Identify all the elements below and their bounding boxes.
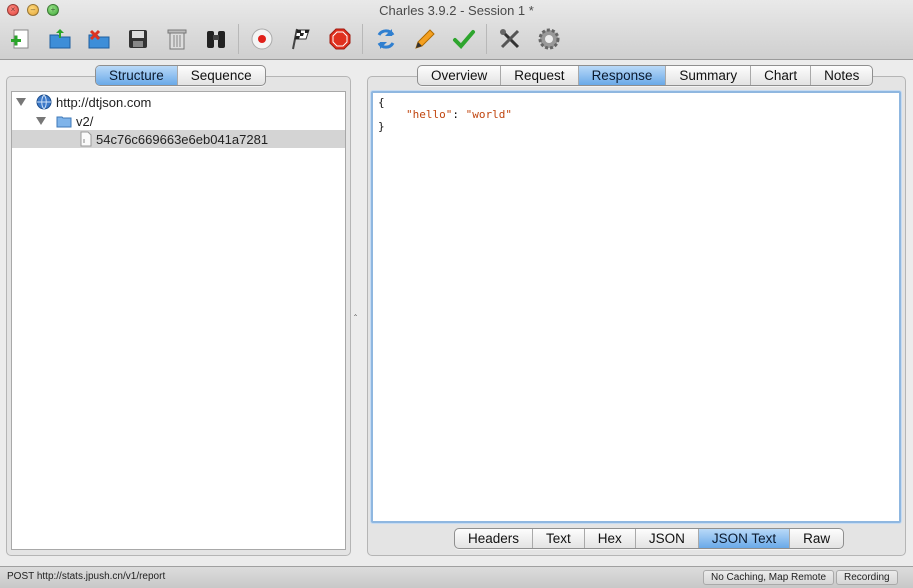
- response-body-view[interactable]: { "hello": "world" }: [371, 91, 901, 523]
- tab-text[interactable]: Text: [533, 529, 585, 548]
- repeat-button[interactable]: [373, 26, 399, 52]
- breakpoints-button[interactable]: [327, 26, 353, 52]
- json-value: "world": [465, 108, 512, 121]
- tab-sequence[interactable]: Sequence: [178, 66, 265, 85]
- tree-item-label: 54c76c669663e6eb041a7281: [96, 131, 269, 147]
- trash-icon: [167, 29, 187, 50]
- split-divider-handle[interactable]: ‸: [354, 306, 357, 317]
- open-folder-icon: [49, 29, 71, 49]
- close-session-icon: [88, 29, 110, 49]
- save-session-button[interactable]: [125, 26, 151, 52]
- json-colon: :: [452, 108, 466, 121]
- toolbar-separator: [238, 24, 239, 54]
- tab-raw[interactable]: Raw: [790, 529, 843, 548]
- new-session-icon: [11, 29, 29, 49]
- globe-icon: [36, 94, 52, 110]
- edit-button[interactable]: [412, 26, 438, 52]
- body-format-tabs: Headers Text Hex JSON JSON Text Raw: [454, 528, 845, 549]
- settings-button[interactable]: [536, 26, 562, 52]
- tab-json[interactable]: JSON: [636, 529, 699, 548]
- clear-session-button[interactable]: [164, 26, 190, 52]
- tab-hex[interactable]: Hex: [585, 529, 636, 548]
- tab-notes[interactable]: Notes: [811, 66, 872, 85]
- tools-button[interactable]: [497, 26, 523, 52]
- window-title: Charles 3.9.2 - Session 1 *: [379, 3, 534, 18]
- recording-status-badge[interactable]: Recording: [836, 570, 898, 585]
- tab-headers[interactable]: Headers: [455, 529, 534, 548]
- window-chrome: × – + Charles 3.9.2 - Session 1 *: [0, 0, 913, 60]
- floppy-disk-icon: [129, 30, 147, 48]
- close-session-button[interactable]: [86, 26, 112, 52]
- tab-summary[interactable]: Summary: [666, 66, 752, 85]
- validate-button[interactable]: [451, 26, 477, 52]
- tree-row-item[interactable]: 54c76c669663e6eb041a7281: [12, 130, 345, 148]
- find-button[interactable]: [203, 26, 229, 52]
- tab-overview[interactable]: Overview: [418, 66, 502, 85]
- tree-host-label: http://dtjson.com: [56, 94, 152, 110]
- tab-request[interactable]: Request: [501, 66, 579, 85]
- open-session-button[interactable]: [47, 26, 73, 52]
- checkered-flag-icon: [292, 28, 310, 50]
- binoculars-icon: [207, 31, 225, 48]
- structure-tree: http://dtjson.com v2/ 54c76c669663e6eb04…: [11, 91, 346, 550]
- refresh-icon: [377, 29, 395, 49]
- record-icon: [251, 28, 273, 50]
- stop-sign-icon: [329, 28, 351, 50]
- gear-icon: [538, 28, 560, 50]
- tree-row-folder[interactable]: v2/: [36, 112, 93, 130]
- pencil-icon: [415, 29, 435, 49]
- toolbar-separator: [486, 24, 487, 54]
- json-entry: "hello": "world": [406, 108, 512, 121]
- new-session-button[interactable]: [8, 26, 34, 52]
- expand-arrow-icon[interactable]: [16, 98, 26, 106]
- tab-structure[interactable]: Structure: [96, 66, 178, 85]
- record-button[interactable]: [249, 26, 275, 52]
- throttle-button[interactable]: [288, 26, 314, 52]
- status-bar: POST http://stats.jpush.cn/v1/report No …: [0, 566, 913, 588]
- toolbar: [8, 22, 575, 56]
- json-open-brace: {: [378, 96, 385, 109]
- tools-icon: [500, 29, 520, 49]
- folder-icon: [56, 116, 72, 128]
- tree-folder-label: v2/: [76, 113, 94, 129]
- json-key: "hello": [406, 108, 453, 121]
- tab-response[interactable]: Response: [578, 66, 667, 85]
- view-mode-tabs: Structure Sequence: [95, 65, 266, 86]
- expand-arrow-icon[interactable]: [36, 117, 46, 125]
- caching-status-badge[interactable]: No Caching, Map Remote: [703, 570, 835, 585]
- tab-chart[interactable]: Chart: [751, 66, 812, 85]
- detail-tabs: Overview Request Response Summary Chart …: [417, 65, 874, 86]
- tree-row-host[interactable]: http://dtjson.com: [16, 93, 151, 111]
- status-text: POST http://stats.jpush.cn/v1/report: [7, 571, 166, 582]
- tab-json-text[interactable]: JSON Text: [698, 529, 791, 548]
- toolbar-separator: [362, 24, 363, 54]
- file-icon: [80, 131, 92, 147]
- checkmark-icon: [453, 30, 475, 49]
- json-close-brace: }: [378, 120, 385, 133]
